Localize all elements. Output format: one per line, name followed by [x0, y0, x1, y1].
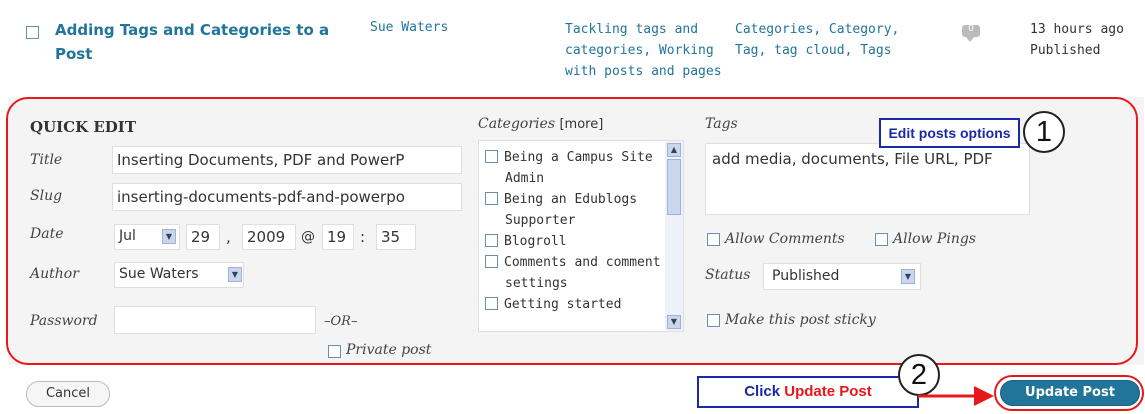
cancel-button[interactable]: Cancel — [26, 381, 110, 407]
callout-click-update-post: Click Update Post — [697, 376, 919, 408]
category-checkbox[interactable] — [485, 255, 498, 268]
status-dropdown-icon[interactable]: ▼ — [901, 269, 915, 284]
status-value: Published — [772, 268, 840, 284]
status-label: Status — [705, 267, 751, 283]
category-item[interactable]: Comments and comment settings — [485, 252, 661, 294]
tags-textarea[interactable]: add media, documents, File URL, PDF — [705, 143, 1030, 215]
category-item[interactable]: Blogroll — [485, 231, 661, 252]
allow-comments-checkbox[interactable] — [707, 233, 720, 246]
month-dropdown-icon[interactable]: ▼ — [162, 229, 176, 244]
category-label: Getting started — [504, 297, 622, 312]
categories-label: Categories [more] — [478, 116, 603, 132]
category-label: Being a Campus Site Admin — [504, 150, 653, 186]
sticky-checkbox[interactable] — [707, 314, 720, 327]
category-item[interactable]: Getting started — [485, 294, 661, 315]
password-label: Password — [30, 313, 98, 329]
post-status: Published — [1030, 43, 1101, 58]
comment-bubble-icon[interactable]: 0 — [962, 24, 980, 42]
time-colon: : — [360, 228, 366, 246]
post-row-checkbox[interactable] — [26, 26, 39, 39]
date-comma: , — [226, 228, 231, 246]
allow-pings-label: Allow Pings — [893, 231, 976, 247]
category-checkbox[interactable] — [485, 297, 498, 310]
hour-input[interactable]: 19 — [322, 224, 354, 250]
title-label: Title — [30, 152, 63, 168]
callout2-highlight: Update Post — [784, 383, 872, 400]
status-select[interactable]: Published — [763, 263, 921, 290]
categories-label-text: Categories — [478, 116, 555, 132]
post-author-link[interactable]: Sue Waters — [370, 20, 448, 35]
comments-count: 0 — [968, 24, 974, 34]
slug-input[interactable]: inserting-documents-pdf-and-powerpo — [112, 183, 462, 211]
category-label: Blogroll — [504, 234, 567, 249]
private-post-label: Private post — [346, 342, 432, 358]
quick-edit-heading: QUICK EDIT — [30, 118, 136, 136]
or-separator: –OR– — [324, 314, 358, 329]
callout-edit-posts-options: Edit posts options — [879, 118, 1020, 148]
categories-list[interactable]: Being a Campus Site Admin Being an Edublo… — [478, 140, 684, 332]
category-item[interactable]: Being an Edublogs Supporter — [485, 189, 661, 231]
date-label: Date — [30, 226, 64, 242]
category-item[interactable]: Being a Campus Site Admin — [485, 147, 661, 189]
author-label: Author — [30, 266, 79, 282]
author-dropdown-icon[interactable]: ▼ — [228, 267, 242, 282]
allow-pings-checkbox[interactable] — [875, 233, 888, 246]
allow-comments-label: Allow Comments — [725, 231, 845, 247]
sticky-label: Make this post sticky — [725, 312, 876, 328]
minute-input[interactable]: 35 — [376, 224, 416, 250]
author-value: Sue Waters — [119, 266, 199, 282]
post-title-link[interactable]: Adding Tags and Categories to a Post — [55, 18, 345, 66]
post-date-ago: 13 hours ago — [1030, 22, 1124, 37]
tags-label: Tags — [705, 116, 738, 132]
callout2-prefix: Click — [744, 383, 785, 400]
category-checkbox[interactable] — [485, 192, 498, 205]
private-post-checkbox[interactable] — [328, 345, 341, 358]
password-input[interactable] — [114, 306, 316, 334]
post-categories-links[interactable]: Tackling tags and categories, Working wi… — [565, 19, 735, 82]
scroll-down-icon[interactable]: ▼ — [667, 315, 681, 329]
callout-number-1: 1 — [1023, 111, 1065, 153]
categories-more-link[interactable]: [more] — [559, 117, 603, 132]
category-checkbox[interactable] — [485, 150, 498, 163]
category-label: Comments and comment settings — [504, 255, 661, 291]
scroll-up-icon[interactable]: ▲ — [667, 143, 681, 157]
category-checkbox[interactable] — [485, 234, 498, 247]
author-select[interactable]: Sue Waters — [114, 262, 244, 288]
day-input[interactable]: 29 — [186, 224, 220, 250]
year-input[interactable]: 2009 — [242, 224, 296, 250]
date-at: @ — [301, 229, 315, 245]
month-value: Jul — [119, 228, 136, 244]
category-label: Being an Edublogs Supporter — [504, 192, 638, 228]
scroll-thumb[interactable] — [667, 159, 681, 215]
slug-label: Slug — [30, 188, 63, 204]
title-input[interactable]: Inserting Documents, PDF and PowerP — [112, 146, 462, 174]
post-date: 13 hours ago Published — [1030, 19, 1124, 61]
categories-scrollbar[interactable]: ▲ ▼ — [665, 141, 683, 331]
update-post-button[interactable]: Update Post — [1000, 380, 1140, 406]
post-tags-links[interactable]: Categories, Category, Tag, tag cloud, Ta… — [735, 19, 915, 61]
red-arrow-icon — [918, 386, 994, 406]
